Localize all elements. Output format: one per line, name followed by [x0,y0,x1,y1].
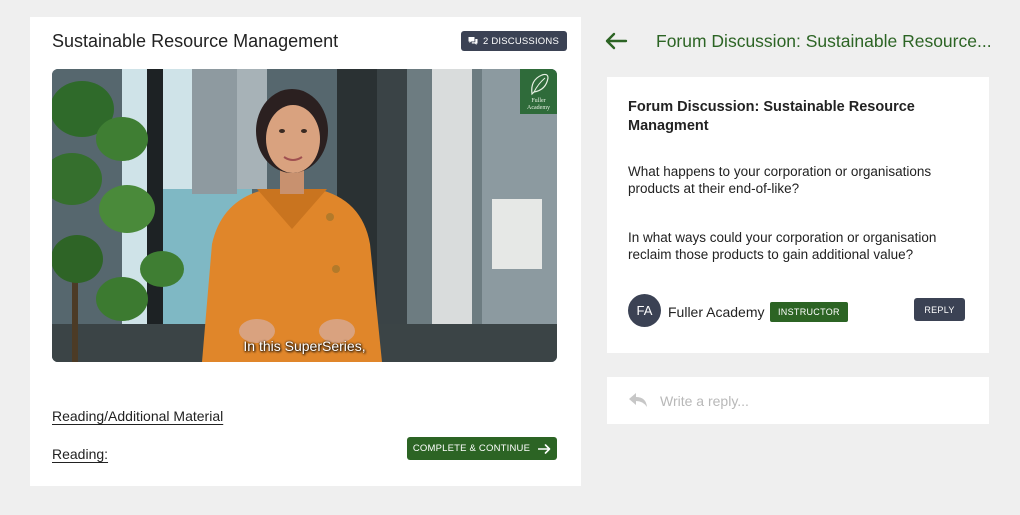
reply-button[interactable]: REPLY [914,298,965,321]
reply-icon [629,393,647,407]
lesson-card: Sustainable Resource Management 2 DISCUS… [30,17,581,486]
back-arrow-icon[interactable] [604,31,628,51]
chat-icon [468,37,478,45]
fuller-academy-logo: Fuller Academy [520,69,557,114]
video-frame [52,69,557,362]
instructor-badge: INSTRUCTOR [770,302,848,322]
forum-post-card: Forum Discussion: Sustainable Resource M… [607,77,989,353]
forum-header-title: Forum Discussion: Sustainable Resource..… [656,31,992,51]
leaf-logo-icon [530,74,549,96]
lesson-title: Sustainable Resource Management [52,31,339,51]
avatar: FA [628,294,661,327]
reading-link[interactable]: Reading: [52,446,108,462]
logo-text-2: Academy [527,104,550,111]
discussions-label: 2 DISCUSSIONS [483,35,559,47]
reply-input[interactable] [660,389,970,413]
post-question-2: In what ways could your corporation or o… [628,230,937,262]
video-player[interactable]: Fuller Academy In this SuperSeries, [52,69,557,362]
video-subtitle: In this SuperSeries, [243,338,366,354]
complete-continue-button[interactable]: COMPLETE & CONTINUE [407,437,557,460]
reading-additional-material-link[interactable]: Reading/Additional Material [52,408,223,424]
reply-box [607,377,989,424]
discussions-button[interactable]: 2 DISCUSSIONS [461,31,567,51]
arrow-right-icon [538,443,551,454]
author-name: Fuller Academy [668,304,765,320]
post-title: Forum Discussion: Sustainable Resource M… [628,99,915,134]
complete-continue-label: COMPLETE & CONTINUE [412,443,531,454]
post-question-1: What happens to your corporation or orga… [628,164,932,196]
